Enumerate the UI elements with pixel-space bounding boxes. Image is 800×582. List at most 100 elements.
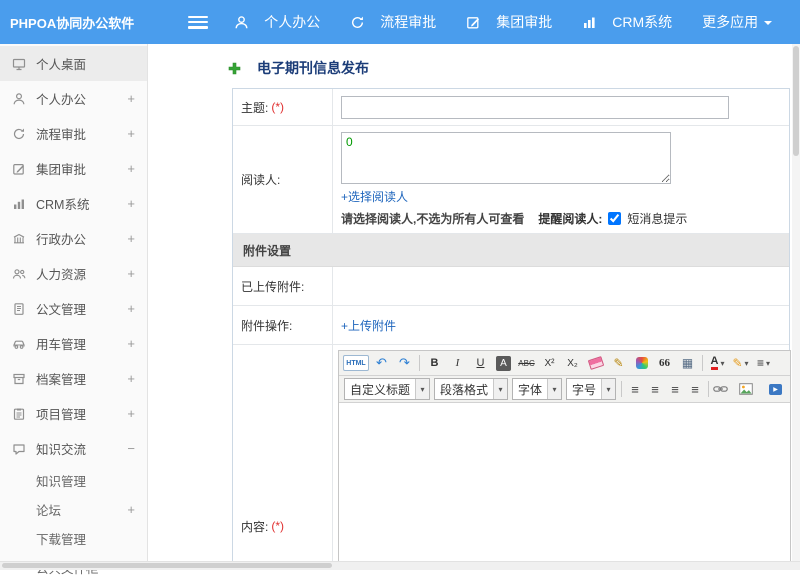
highlight-pen-icon: ✎: [732, 356, 743, 370]
insert-media-button[interactable]: ▶: [765, 379, 786, 399]
sidebar-item-knowledge-exchange[interactable]: 知识交流 −: [0, 431, 147, 466]
sidebar-item-label: 档案管理: [36, 373, 87, 387]
paint-button[interactable]: [631, 353, 652, 373]
readers-textarea[interactable]: 0: [341, 132, 671, 184]
editor-toolbar-row2: 自定义标题 ▾ 段落格式 ▾ 字体 ▾ 字号 ▾ ≡ ≡ ≡ ≡ ▶: [339, 376, 791, 403]
sidebar-item-label: 个人办公: [36, 93, 87, 107]
sidebar-item-project-mgmt[interactable]: 项目管理 +: [0, 396, 147, 431]
insert-image-button[interactable]: [739, 379, 763, 399]
format-a-icon: A: [496, 355, 511, 371]
align-right-button[interactable]: ≡: [666, 379, 684, 399]
italic-button[interactable]: I: [447, 353, 468, 373]
sidebar-item-admin-office[interactable]: 行政办公 +: [0, 221, 147, 256]
sidebar-item-label: 个人桌面: [36, 58, 87, 72]
highlight-button[interactable]: ✎ ▾: [730, 353, 751, 373]
sidebar-item-label: 行政办公: [36, 233, 87, 247]
eraser-button[interactable]: [585, 353, 606, 373]
paragraph-format-dropdown[interactable]: 段落格式 ▾: [434, 378, 509, 400]
nav-more-apps[interactable]: 更多应用: [702, 12, 773, 32]
horizontal-scrollbar-thumb[interactable]: [2, 563, 332, 568]
sidebar-subitem-download-mgmt[interactable]: 下载管理: [0, 524, 147, 553]
nav-label: CRM系统: [612, 14, 673, 30]
remove-format-button[interactable]: A: [493, 353, 514, 373]
expand-sign: +: [127, 406, 135, 421]
toolbar-separator: [419, 355, 420, 371]
upload-attachment-link[interactable]: +上传附件: [341, 317, 396, 334]
chevron-down-icon: ▾: [766, 358, 771, 368]
source-code-button[interactable]: HTML: [343, 355, 369, 371]
building-icon: [12, 232, 28, 246]
font-color-button[interactable]: A ▾: [707, 353, 728, 373]
sidebar-subitem-forum[interactable]: 论坛 +: [0, 495, 147, 524]
sms-remind-checkbox[interactable]: [608, 212, 622, 225]
sidebar-subitem-label: 论坛: [36, 504, 62, 518]
main-content: 电子期刊信息发布 主题: (*) 阅读人: 0 +选择阅读人 请选择阅读人,不选…: [149, 44, 800, 570]
person-icon: [12, 92, 28, 106]
uploaded-attachments-row: 已上传附件:: [233, 267, 789, 306]
subject-input[interactable]: [341, 95, 729, 119]
align-left-button[interactable]: ≡: [626, 379, 644, 399]
subscript-button[interactable]: X₂: [562, 353, 583, 373]
font-size-dropdown[interactable]: 字号 ▾: [566, 378, 617, 400]
expand-sign: +: [127, 161, 135, 176]
nav-crm-system[interactable]: CRM系统: [582, 12, 672, 32]
blockquote-button[interactable]: 66: [654, 353, 675, 373]
align-center-button[interactable]: ≡: [646, 379, 664, 399]
editor-content-area[interactable]: [339, 403, 791, 570]
chevron-down-icon: ▾: [744, 358, 749, 368]
font-family-dropdown[interactable]: 字体 ▾: [512, 378, 563, 400]
chevron-down-icon: ▾: [547, 379, 562, 399]
bold-button[interactable]: B: [424, 353, 445, 373]
sidebar-item-group-approval[interactable]: 集团审批 +: [0, 151, 147, 186]
expand-sign: +: [127, 371, 135, 386]
table-button[interactable]: ▦: [677, 353, 698, 373]
menu-toggle-icon[interactable]: [188, 15, 209, 29]
list-button[interactable]: ≡ ▾: [753, 353, 774, 373]
redo-button[interactable]: ↷: [394, 353, 415, 373]
sidebar-item-hr[interactable]: 人力资源 +: [0, 256, 147, 291]
sidebar-item-archive-mgmt[interactable]: 档案管理 +: [0, 361, 147, 396]
sidebar-item-document-mgmt[interactable]: 公文管理 +: [0, 291, 147, 326]
underline-button[interactable]: U: [470, 353, 491, 373]
insert-link-button[interactable]: [713, 379, 737, 399]
sidebar-item-crm-system[interactable]: CRM系统 +: [0, 186, 147, 221]
document-icon: [12, 302, 28, 316]
sidebar-subitem-label: 下载管理: [36, 533, 87, 547]
readers-label: 阅读人:: [241, 173, 281, 187]
vertical-scrollbar-thumb[interactable]: [793, 46, 799, 156]
sidebar-item-label: 用车管理: [36, 338, 87, 352]
undo-button[interactable]: ↶: [371, 353, 392, 373]
superscript-button[interactable]: X²: [539, 353, 560, 373]
horizontal-scrollbar[interactable]: [0, 561, 800, 570]
vertical-scrollbar[interactable]: [792, 44, 800, 562]
readers-row: 阅读人: 0 +选择阅读人 请选择阅读人,不选为所有人可查看 提醒阅读人: 短消…: [233, 126, 789, 234]
content-label: 内容:: [241, 519, 269, 534]
sidebar-subitem-knowledge-mgmt[interactable]: 知识管理: [0, 466, 147, 495]
strikethrough-button[interactable]: ABC: [516, 353, 537, 373]
sidebar-item-process-approval[interactable]: 流程审批 +: [0, 116, 147, 151]
subject-label: 主题:: [241, 100, 269, 115]
sidebar-item-vehicle-mgmt[interactable]: 用车管理 +: [0, 326, 147, 361]
toolbar-separator: [702, 355, 703, 371]
sidebar: 个人桌面 个人办公 + 流程审批 + 集团审批 + CRM系统 + 行政办公 +…: [0, 44, 148, 576]
format-brush-button[interactable]: ✎: [608, 353, 629, 373]
choose-readers-link[interactable]: +选择阅读人: [341, 188, 408, 205]
nav-label: 集团审批: [496, 14, 553, 30]
sidebar-item-label: 人力资源: [36, 268, 87, 282]
nav-process-approval[interactable]: 流程审批: [350, 12, 436, 32]
eraser-icon: [587, 356, 604, 370]
archive-box-icon: [12, 372, 28, 386]
align-justify-button[interactable]: ≡: [686, 379, 704, 399]
nav-personal-office[interactable]: 个人办公: [234, 12, 320, 32]
sidebar-item-personal-desktop[interactable]: 个人桌面: [0, 46, 147, 81]
person-icon: [234, 15, 250, 30]
bar-chart-icon: [582, 15, 598, 30]
attach-op-field-cell: +上传附件: [333, 306, 789, 344]
expand-sign: +: [127, 91, 135, 106]
custom-heading-dropdown[interactable]: 自定义标题 ▾: [344, 378, 431, 400]
rich-text-editor: HTML ↶ ↷ B I U A ABC X² X₂ ✎ 66 ▦ A ▾ ✎ …: [338, 350, 792, 570]
editor-toolbar-row1: HTML ↶ ↷ B I U A ABC X² X₂ ✎ 66 ▦ A ▾ ✎ …: [339, 351, 791, 376]
nav-label: 流程审批: [380, 14, 437, 30]
sidebar-item-personal-office[interactable]: 个人办公 +: [0, 81, 147, 116]
nav-group-approval[interactable]: 集团审批: [466, 12, 552, 32]
